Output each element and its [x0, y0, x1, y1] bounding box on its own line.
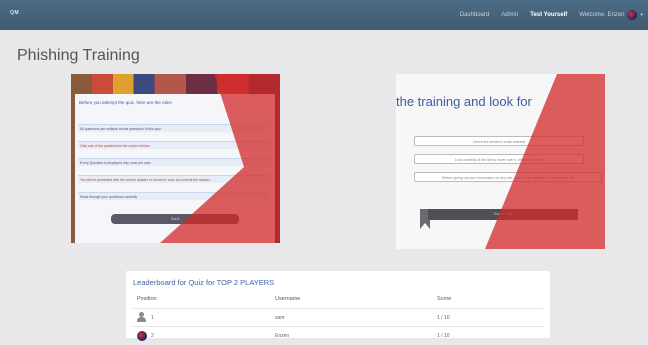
- score-cell: 1 / 10: [437, 315, 450, 321]
- nav-link-admin[interactable]: Admin: [501, 12, 518, 18]
- nav-link-test-yourself[interactable]: Test Yourself: [530, 12, 567, 18]
- brand-logo[interactable]: QM: [10, 10, 19, 16]
- welcome-text: Welcome, Enzen: [579, 12, 625, 18]
- chevron-down-icon: ▾: [640, 12, 643, 18]
- username-cell: sam: [275, 315, 285, 321]
- column-header-username: Username: [275, 296, 301, 302]
- user-icon: [137, 312, 146, 323]
- rule-item: Every Question is displayed only once pe…: [78, 158, 270, 166]
- column-header-score: Score: [437, 296, 452, 302]
- leaderboard-title: Leaderboard for Quiz for TOP 2 PLAYERS: [133, 278, 275, 287]
- nav-link-dashboard[interactable]: Dashboard: [460, 12, 489, 18]
- quiz-rules-card[interactable]: Before you attempt the quiz, here are th…: [71, 74, 280, 243]
- table-row: 2 Enzen 1 / 10: [133, 326, 543, 345]
- top-navbar: QM Dashboard Admin Test Yourself Welcome…: [0, 0, 648, 30]
- user-menu[interactable]: Welcome, Enzen ▾: [579, 10, 643, 20]
- leaderboard-panel: Leaderboard for Quiz for TOP 2 PLAYERS P…: [126, 271, 550, 341]
- training-tips-card[interactable]: the training and look for Check the send…: [396, 74, 605, 249]
- score-cell: 1 / 10: [437, 333, 450, 339]
- user-avatar: [627, 10, 638, 20]
- table-row: 1 sam 1 / 10: [133, 308, 543, 327]
- position-cell: 2: [151, 333, 154, 339]
- page-title: Phishing Training: [17, 47, 140, 64]
- rules-heading: Before you attempt the quiz, here are th…: [79, 100, 172, 105]
- column-header-position: Position: [137, 296, 157, 302]
- avatar: [137, 331, 147, 341]
- username-cell: Enzen: [275, 333, 290, 339]
- tips-heading: the training and look for: [396, 94, 532, 109]
- nav-links: Dashboard Admin Test Yourself Welcome, E…: [460, 0, 643, 30]
- position-cell: 1: [151, 315, 154, 321]
